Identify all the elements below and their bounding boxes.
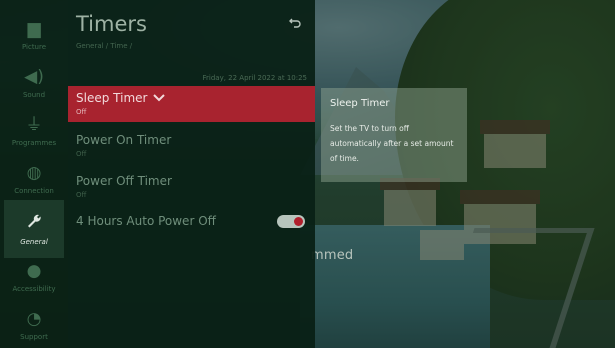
rail-item-label: Connection [14, 186, 54, 195]
breadcrumb: General / Time / [76, 42, 133, 50]
sleep-timer-value: Off [76, 108, 87, 116]
back-button[interactable] [287, 15, 303, 31]
rail-item-label: Sound [22, 90, 46, 99]
rail-item-label: Accessibility [12, 284, 56, 293]
rail-item-label: Programmes [11, 138, 57, 147]
globe-icon: ◍ [26, 162, 42, 183]
auto-power-off-item[interactable]: 4 Hours Auto Power Off [68, 206, 315, 242]
accessibility-icon: ● [26, 260, 42, 281]
power-on-timer-item[interactable]: Power On Timer Off [68, 128, 315, 164]
category-rail: ▆ Picture ◀) Sound ⏚ Programmes ◍ Connec… [0, 0, 68, 348]
power-on-timer-label: Power On Timer [76, 133, 172, 147]
speaker-icon: ◀) [24, 66, 44, 87]
antenna-icon: ⏚ [25, 114, 43, 135]
rail-item-label: Picture [21, 42, 47, 51]
power-off-timer-item[interactable]: Power Off Timer Off [68, 169, 315, 205]
chevron-down-icon [153, 94, 166, 102]
sleep-timer-label: Sleep Timer [76, 91, 148, 105]
toggle-knob [294, 217, 303, 226]
help-body: Set the TV to turn off automatically aft… [330, 124, 454, 163]
timers-panel: Timers General / Time / Friday, 22 April… [68, 0, 315, 348]
page-title: Timers [76, 12, 147, 36]
help-tooltip: Sleep Timer Set the TV to turn off autom… [321, 88, 467, 182]
auto-power-off-label: 4 Hours Auto Power Off [76, 214, 216, 228]
power-on-timer-value: Off [76, 150, 87, 158]
background-caption: mmed [311, 248, 354, 263]
rail-item-label: General [20, 237, 48, 246]
sleep-timer-item[interactable]: Sleep Timer Off [68, 86, 315, 122]
back-arrow-icon [289, 18, 301, 28]
picture-icon: ▆ [27, 18, 41, 39]
help-title: Sleep Timer [330, 98, 390, 109]
current-datetime: Friday, 22 April 2022 at 10:25 [202, 74, 308, 82]
rail-item-support[interactable]: ◔ Support [4, 296, 64, 348]
rail-item-label: Support [20, 332, 48, 341]
power-off-timer-value: Off [76, 191, 87, 199]
support-icon: ◔ [26, 308, 42, 329]
auto-power-off-toggle[interactable] [277, 215, 305, 228]
wrench-icon [26, 213, 42, 233]
power-off-timer-label: Power Off Timer [76, 174, 172, 188]
